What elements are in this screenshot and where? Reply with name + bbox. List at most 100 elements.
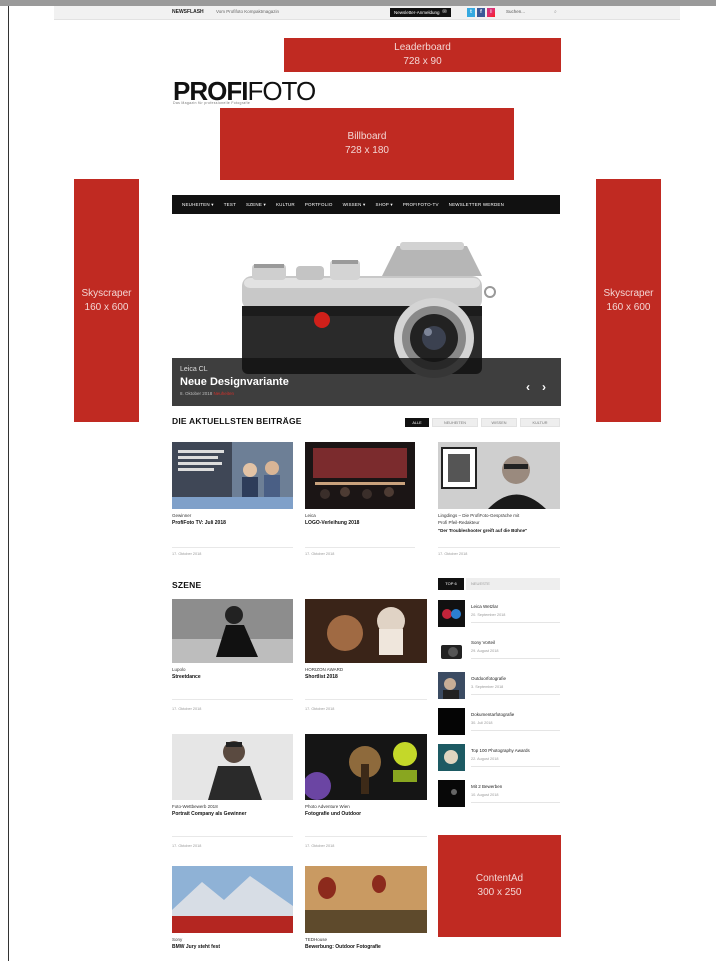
sidebar-item[interactable]: Outdoorfotografie 3. September 2018	[438, 672, 560, 702]
nav-item-newsletter[interactable]: NEWSLETTER WERDEN	[444, 202, 509, 207]
hero-meta: 8. Oktober 2018 Neuheiten	[180, 391, 234, 396]
tab-top6[interactable]: TOP 6	[438, 578, 464, 590]
twitter-icon[interactable]: t	[467, 8, 475, 17]
sidebar-thumbnail[interactable]	[438, 600, 465, 627]
billboard-ad-size: 728 x 180	[345, 145, 389, 156]
sidebar-thumbnail[interactable]	[438, 708, 465, 735]
filter-wissen[interactable]: WISSEN	[481, 418, 517, 427]
skyscraper-ad-right[interactable]: Skyscraper 160 x 600	[596, 179, 661, 422]
sidebar-item[interactable]: Leica Wetzlar 20. September 2018	[438, 600, 560, 630]
article-card[interactable]: Leica LOGO-Verleihung 2018 17. Oktober 2…	[305, 442, 428, 562]
leaderboard-ad[interactable]: Leaderboard 728 x 90	[284, 38, 561, 72]
hero-tag[interactable]: Neuheiten	[214, 391, 235, 396]
latest-section-title: DIE AKTUELLSTEN BEITRÄGE	[172, 416, 302, 426]
divider	[438, 547, 560, 548]
content-ad[interactable]: ContentAd 300 x 250	[438, 835, 561, 937]
article-kicker: HORIZON AWARD	[305, 667, 344, 672]
nav-item-test[interactable]: TEST	[219, 202, 241, 207]
nav-item-neuheiten[interactable]: NEUHEITEN ▾	[177, 202, 219, 208]
article-title[interactable]: Profi Pfeil-Redakteur	[438, 520, 480, 525]
article-card[interactable]: Sony BMW Jury steht fest	[172, 866, 295, 958]
sidebar-item[interactable]: Mit 2 Bewerben 10. August 2018	[438, 780, 560, 810]
chevron-right-icon[interactable]: ›	[542, 380, 546, 394]
article-thumbnail[interactable]	[305, 734, 427, 800]
billboard-ad[interactable]: Billboard 728 x 180	[220, 108, 514, 180]
nav-item-profifoto-tv[interactable]: PROFIFOTO-TV	[398, 202, 444, 207]
article-thumbnail[interactable]	[172, 866, 293, 933]
nav-item-kultur[interactable]: KULTUR	[271, 202, 300, 207]
facebook-icon[interactable]: f	[477, 8, 485, 17]
article-thumbnail[interactable]	[438, 442, 560, 509]
article-thumbnail[interactable]	[305, 866, 427, 933]
filter-neuheiten[interactable]: NEUHEITEN	[432, 418, 478, 427]
article-date: 17. Oktober 2018	[172, 707, 202, 711]
article-card[interactable]: HORIZON AWARD Shortlist 2018 17. Oktober…	[305, 599, 428, 719]
hero-title[interactable]: Neue Designvariante	[180, 376, 289, 388]
article-kicker: TEDHouse	[305, 937, 328, 942]
article-thumbnail[interactable]	[305, 599, 427, 663]
article-card[interactable]: Gewinner ProfiFoto TV: Juli 2018 17. Okt…	[172, 442, 295, 562]
article-title[interactable]: Bewerbung: Outdoor Fotografie	[305, 944, 381, 950]
content-ad-size: 300 x 250	[477, 887, 522, 898]
sidebar-thumbnail[interactable]	[438, 780, 465, 807]
newsflash-label: NEWSFLASH	[172, 9, 204, 15]
sidebar-item-title[interactable]: Top 100 Photography Awards	[471, 748, 530, 753]
sidebar-item[interactable]: Sony Vorteil 29. August 2018	[438, 636, 560, 666]
article-thumbnail[interactable]	[172, 442, 293, 509]
newsletter-signup-button[interactable]: Newsletter-Anmeldung ✉	[390, 8, 451, 17]
article-kicker: Leica	[305, 513, 316, 518]
divider	[471, 766, 560, 767]
sidebar-item-date: 29. August 2018	[471, 649, 499, 653]
nav-item-szene[interactable]: SZENE ▾	[241, 202, 271, 208]
hero-slider[interactable]: Leica CL Neue Designvariante 8. Oktober …	[172, 228, 561, 406]
article-thumbnail[interactable]	[172, 599, 293, 663]
divider	[305, 547, 415, 548]
sidebar-item-date: 22. August 2018	[471, 757, 499, 761]
article-card[interactable]: Lingdings – Die ProfiFoto-Gespräche mit …	[438, 442, 561, 562]
article-subtitle[interactable]: "Der Troubleshooter greift auf die Bühne…	[438, 528, 527, 533]
sidebar-item-title[interactable]: Leica Wetzlar	[471, 604, 498, 609]
tab-neueste[interactable]: NEUESTE	[466, 578, 560, 590]
sidebar-thumbnail[interactable]	[438, 672, 465, 699]
sidebar-thumbnail[interactable]	[438, 744, 465, 771]
article-thumbnail[interactable]	[172, 734, 293, 800]
skyscraper-left-name: Skyscraper	[81, 287, 132, 299]
search-icon[interactable]: ⌕	[554, 9, 557, 15]
instagram-icon[interactable]: i	[487, 8, 495, 17]
sidebar-item-date: 30. Juli 2018	[471, 721, 493, 725]
divider	[172, 699, 293, 700]
nav-item-wissen[interactable]: WISSEN ▾	[338, 202, 371, 208]
article-title[interactable]: Streetdance	[172, 674, 201, 680]
sidebar-item[interactable]: Top 100 Photography Awards 22. August 20…	[438, 744, 560, 774]
article-title[interactable]: LOGO-Verleihung 2018	[305, 520, 359, 526]
nav-item-portfolio[interactable]: PORTFOLIO	[300, 202, 338, 207]
sidebar-item-title[interactable]: Sony Vorteil	[471, 640, 495, 645]
skyscraper-ad-left[interactable]: Skyscraper 160 x 600	[74, 179, 139, 422]
article-title[interactable]: Portrait Company als Gewinner	[172, 811, 246, 817]
article-title[interactable]: BMW Jury steht fest	[172, 944, 220, 950]
article-card[interactable]: TEDHouse Bewerbung: Outdoor Fotografie	[305, 866, 428, 958]
article-title[interactable]: ProfiFoto TV: Juli 2018	[172, 520, 226, 526]
sidebar-item-title[interactable]: Mit 2 Bewerben	[471, 784, 502, 789]
article-title[interactable]: Fotografie und Outdoor	[305, 811, 361, 817]
skyscraper-left-size: 160 x 600	[84, 301, 129, 313]
sidebar-thumbnail[interactable]	[438, 636, 465, 663]
sidebar-item-title[interactable]: Dokumentarfotografie	[471, 712, 514, 717]
skyscraper-right-name: Skyscraper	[603, 287, 654, 299]
hero-date: 8. Oktober 2018	[180, 391, 213, 396]
article-title[interactable]: Shortlist 2018	[305, 674, 338, 680]
nav-item-shop[interactable]: SHOP ▾	[370, 202, 397, 208]
newsflash-text[interactable]: Vom Profifoto Kompaktmagazin	[216, 9, 279, 14]
sidebar-item[interactable]: Dokumentarfotografie 30. Juli 2018	[438, 708, 560, 738]
article-thumbnail[interactable]	[305, 442, 415, 509]
sidebar-item-title[interactable]: Outdoorfotografie	[471, 676, 506, 681]
chevron-left-icon[interactable]: ‹	[526, 380, 530, 394]
filter-alle[interactable]: ALLE	[405, 418, 429, 427]
article-card[interactable]: Photo Adventure Wien Fotografie und Outd…	[305, 734, 428, 854]
filter-kultur[interactable]: KULTUR	[520, 418, 560, 427]
article-card[interactable]: Foto-Wettbewerb 2018 Portrait Company al…	[172, 734, 295, 854]
article-card[interactable]: Lupolo Streetdance 17. Oktober 2018	[172, 599, 295, 719]
leaderboard-ad-size: 728 x 90	[403, 56, 442, 67]
divider	[471, 730, 560, 731]
search-input[interactable]: Suchen...	[506, 9, 525, 14]
